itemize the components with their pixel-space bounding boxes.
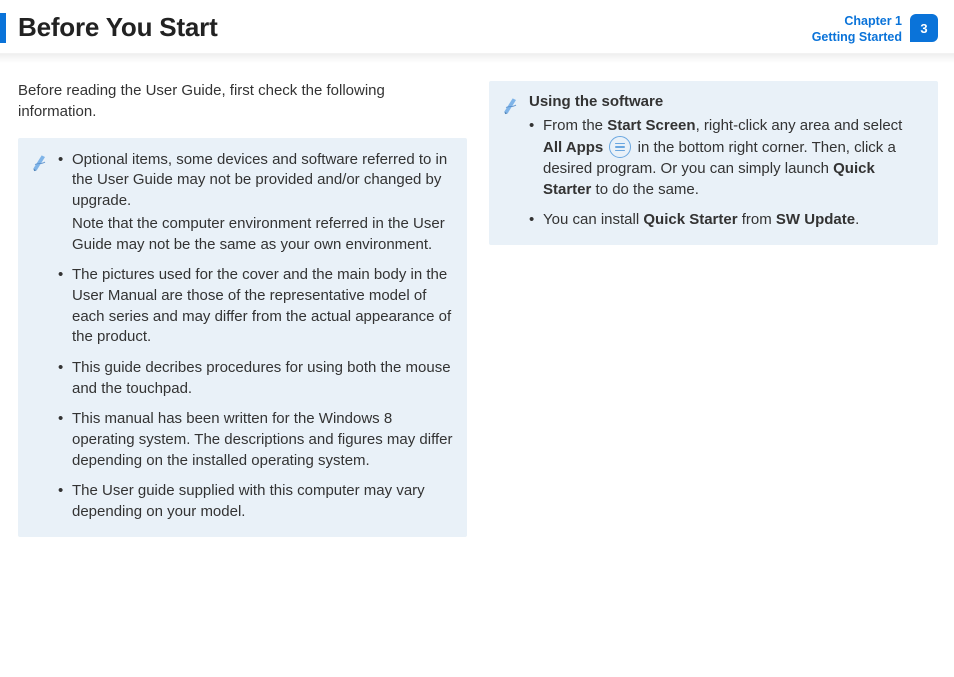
header-accent-tab <box>0 13 6 43</box>
header-right: Chapter 1 Getting Started 3 <box>812 12 954 45</box>
intro-text: Before reading the User Guide, first che… <box>18 81 467 122</box>
bold-run: SW Update <box>776 211 855 228</box>
page-title: Before You Start <box>18 12 218 43</box>
text-run: . <box>855 211 859 228</box>
all-apps-icon <box>609 136 631 158</box>
list-item: You can install Quick Starter from SW Up… <box>529 210 924 231</box>
page-number-badge: 3 <box>910 14 938 42</box>
left-note-box: Optional items, some devices and softwar… <box>18 138 467 537</box>
section-label: Getting Started <box>812 30 902 46</box>
header-divider <box>0 53 954 63</box>
text-run: to do the same. <box>591 181 699 198</box>
content-columns: Before reading the User Guide, first che… <box>0 63 954 537</box>
chapter-label-block: Chapter 1 Getting Started <box>812 14 902 45</box>
list-item-sub: Note that the computer environment refer… <box>72 214 453 255</box>
text-run: from <box>738 211 776 228</box>
page: Before You Start Chapter 1 Getting Start… <box>0 0 954 677</box>
text-run: You can install <box>543 211 643 228</box>
right-column: Using the software From the Start Screen… <box>489 81 938 537</box>
right-note-list: From the Start Screen, right-click any a… <box>529 116 924 231</box>
note-icon <box>501 95 521 120</box>
list-item-text: The pictures used for the cover and the … <box>72 266 451 345</box>
list-item-text: The User guide supplied with this comput… <box>72 482 425 520</box>
bold-run: Quick Starter <box>643 211 737 228</box>
right-note-title: Using the software <box>529 93 924 110</box>
bold-run: Start Screen <box>607 117 695 134</box>
right-note-box: Using the software From the Start Screen… <box>489 81 938 245</box>
list-item: The User guide supplied with this comput… <box>58 481 453 522</box>
text-run: , right-click any area and select <box>696 117 903 134</box>
chapter-label: Chapter 1 <box>812 14 902 30</box>
note-icon <box>30 152 50 177</box>
text-run: From the <box>543 117 607 134</box>
list-item-text: This manual has been written for the Win… <box>72 410 452 468</box>
left-column: Before reading the User Guide, first che… <box>18 81 467 537</box>
list-item-text: This guide decribes procedures for using… <box>72 359 451 397</box>
list-item: Optional items, some devices and softwar… <box>58 150 453 255</box>
page-number: 3 <box>920 21 927 36</box>
bold-run: All Apps <box>543 139 603 156</box>
list-item: This manual has been written for the Win… <box>58 409 453 471</box>
list-item-text: Optional items, some devices and softwar… <box>72 151 447 209</box>
list-item: From the Start Screen, right-click any a… <box>529 116 924 200</box>
title-wrap: Before You Start <box>0 12 218 43</box>
page-header: Before You Start Chapter 1 Getting Start… <box>0 0 954 45</box>
list-item: This guide decribes procedures for using… <box>58 358 453 399</box>
list-item: The pictures used for the cover and the … <box>58 265 453 348</box>
left-note-list: Optional items, some devices and softwar… <box>58 150 453 523</box>
